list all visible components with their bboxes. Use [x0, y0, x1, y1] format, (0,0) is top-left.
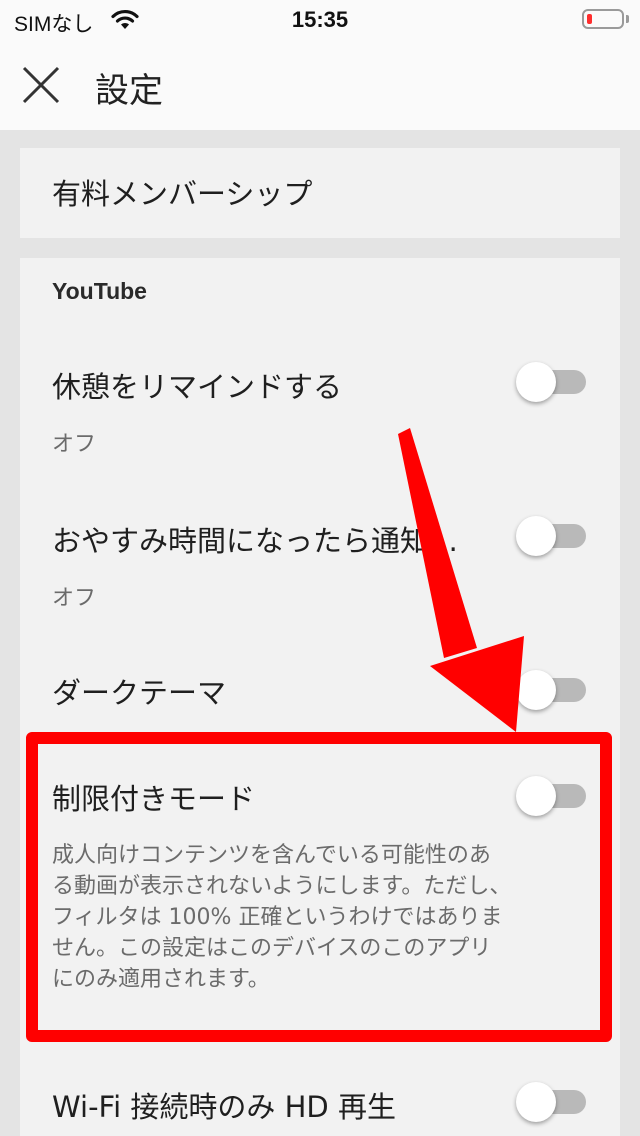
- setting-title-break-reminder: 休憩をリマインドする: [52, 370, 343, 404]
- setting-title-dark-theme: ダークテーマ: [52, 676, 227, 710]
- toggle-knob: [516, 1082, 556, 1122]
- toggle-knob: [516, 670, 556, 710]
- toggle-hd-wifi-only[interactable]: [516, 1082, 590, 1122]
- youtube-settings-section: YouTube 休憩をリマインドする オフ おやすみ時間になったら通知… オフ …: [20, 258, 620, 1136]
- toggle-bedtime-reminder[interactable]: [516, 516, 590, 556]
- setting-title-restricted-mode: 制限付きモード: [52, 782, 256, 816]
- battery-nub: [626, 15, 629, 23]
- battery-icon: [582, 9, 624, 29]
- setting-subtitle-bedtime-reminder: オフ: [52, 586, 97, 611]
- section-heading: YouTube: [52, 278, 147, 304]
- setting-description-restricted-mode: 成人向けコンテンツを含んでいる可能性のある動画が表示されないようにします。ただし…: [52, 843, 512, 992]
- page-title: 設定: [95, 71, 163, 111]
- battery-level-fill: [587, 14, 592, 24]
- close-button[interactable]: [18, 62, 64, 108]
- toggle-knob: [516, 362, 556, 402]
- toggle-knob: [516, 516, 556, 556]
- setting-title-bedtime-reminder: おやすみ時間になったら通知…: [52, 524, 459, 558]
- toggle-dark-theme[interactable]: [516, 670, 590, 710]
- toggle-break-reminder[interactable]: [516, 362, 590, 402]
- status-bar: SIMなし 15:35: [0, 0, 640, 40]
- status-time: 15:35: [291, 7, 349, 32]
- toggle-restricted-mode[interactable]: [516, 776, 590, 816]
- setting-title-hd-wifi-only: Wi-Fi 接続時のみ HD 再生: [52, 1090, 396, 1124]
- app-header: 設定: [0, 40, 640, 130]
- close-icon: [22, 66, 60, 104]
- toggle-knob: [516, 776, 556, 816]
- membership-label: 有料メンバーシップ: [52, 177, 313, 211]
- setting-subtitle-break-reminder: オフ: [52, 432, 97, 457]
- membership-item[interactable]: 有料メンバーシップ: [20, 148, 620, 238]
